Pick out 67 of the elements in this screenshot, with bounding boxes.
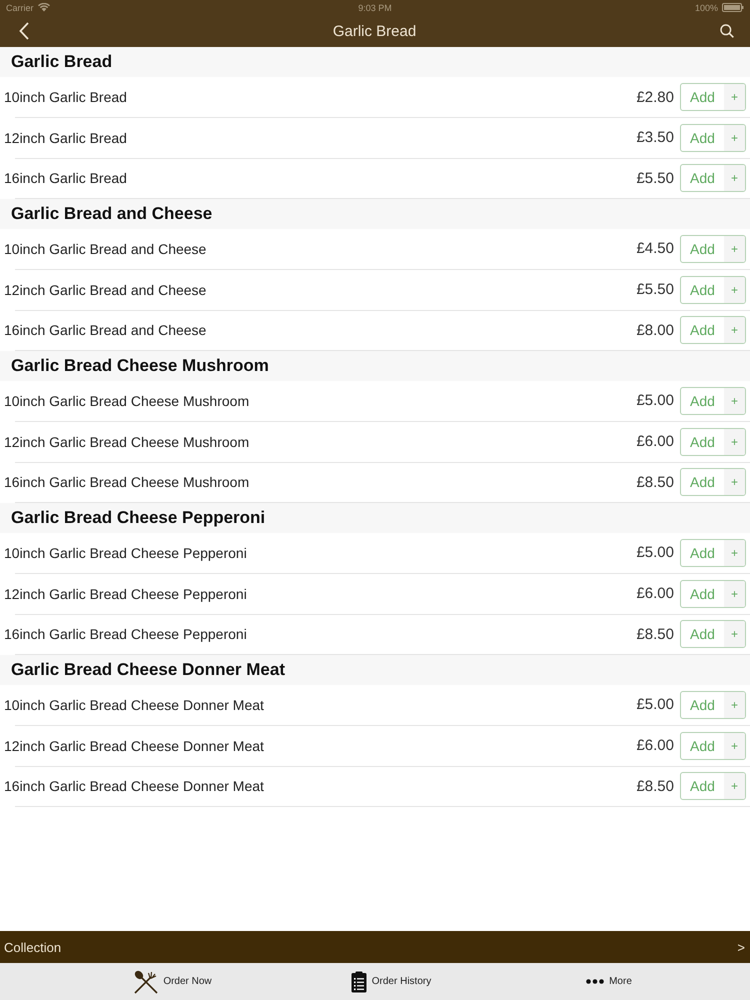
item-name: 16inch Garlic Bread and Cheese <box>4 322 208 338</box>
item-price: £8.50 <box>636 778 674 795</box>
item-name: 10inch Garlic Bread Cheese Mushroom <box>4 392 250 409</box>
item-price: £6.00 <box>636 433 674 450</box>
item-name: 16inch Garlic Bread Cheese Mushroom <box>4 474 250 490</box>
item-name: 12inch Garlic Bread Cheese Pepperoni <box>4 586 248 602</box>
add-button[interactable]: Add + <box>680 83 746 111</box>
item-price: £5.00 <box>636 544 674 562</box>
item-name: 10inch Garlic Bread Cheese Pepperoni <box>4 544 248 561</box>
carrier-text: Carrier <box>6 2 34 12</box>
fork-spoon-icon <box>134 970 158 994</box>
add-button[interactable]: Add + <box>680 316 746 344</box>
tab-button[interactable]: Order History <box>282 963 500 1000</box>
section-header: Garlic Bread Cheese Pepperoni <box>0 502 750 533</box>
item-price: £2.80 <box>636 88 674 106</box>
item-name: 10inch Garlic Bread Cheese Donner Meat <box>4 696 265 713</box>
wifi-icon <box>38 3 50 12</box>
item-price: £5.50 <box>636 170 674 187</box>
item-name: 12inch Garlic Bread and Cheese <box>4 282 208 298</box>
section-header: Garlic Bread Cheese Mushroom <box>0 350 750 381</box>
more-dots-icon <box>586 979 604 984</box>
add-button[interactable]: Add + <box>680 690 746 719</box>
add-button[interactable]: Add + <box>680 386 746 415</box>
section-header: Garlic Bread and Cheese <box>0 198 750 229</box>
add-button[interactable]: Add + <box>680 732 746 760</box>
tab-button[interactable]: Order Now <box>64 963 282 1000</box>
battery-text: 100% <box>694 2 718 12</box>
item-name: 16inch Garlic Bread <box>4 170 128 186</box>
collection-label: Collection <box>4 940 62 954</box>
search-icon[interactable] <box>720 24 734 38</box>
add-button[interactable]: Add + <box>680 276 746 304</box>
item-price: £8.50 <box>636 474 674 491</box>
add-button[interactable]: Add + <box>680 468 746 496</box>
add-button[interactable]: Add + <box>680 580 746 608</box>
item-name: 16inch Garlic Bread Cheese Pepperoni <box>4 626 248 642</box>
item-price: £8.50 <box>636 626 674 643</box>
item-price: £6.00 <box>636 737 674 754</box>
item-price: £5.00 <box>636 392 674 410</box>
nav-title: Garlic Bread <box>332 22 416 40</box>
item-price: £4.50 <box>636 240 674 258</box>
item-name: 10inch Garlic Bread and Cheese <box>4 240 208 257</box>
section-header: Garlic Bread <box>0 47 750 77</box>
time-text: 9:03 PM <box>358 2 392 12</box>
add-button[interactable]: Add + <box>680 234 746 263</box>
add-button[interactable]: Add + <box>680 620 746 648</box>
add-button[interactable]: Add + <box>680 164 746 192</box>
add-button[interactable]: Add + <box>680 428 746 456</box>
item-price: £5.00 <box>636 696 674 714</box>
item-name: 12inch Garlic Bread <box>4 130 128 146</box>
clipboard-icon <box>350 970 367 992</box>
battery-icon <box>722 3 744 12</box>
item-name: 12inch Garlic Bread Cheese Donner Meat <box>4 738 265 754</box>
back-icon[interactable] <box>19 22 29 40</box>
add-button[interactable]: Add + <box>680 538 746 567</box>
item-price: £3.50 <box>636 129 674 146</box>
item-name: 12inch Garlic Bread Cheese Mushroom <box>4 434 250 450</box>
item-price: £6.00 <box>636 585 674 602</box>
tab-button[interactable]: More <box>500 963 718 1000</box>
item-price: £5.50 <box>636 281 674 298</box>
add-button[interactable]: Add + <box>680 124 746 152</box>
chevron-glyph: > <box>737 940 745 954</box>
collection-bar[interactable]: Collection > <box>0 931 750 963</box>
section-header: Garlic Bread Cheese Donner Meat <box>0 654 750 685</box>
item-name: 10inch Garlic Bread <box>4 89 128 105</box>
item-name: 16inch Garlic Bread Cheese Donner Meat <box>4 778 265 794</box>
add-button[interactable]: Add + <box>680 772 746 800</box>
item-price: £8.00 <box>636 322 674 339</box>
